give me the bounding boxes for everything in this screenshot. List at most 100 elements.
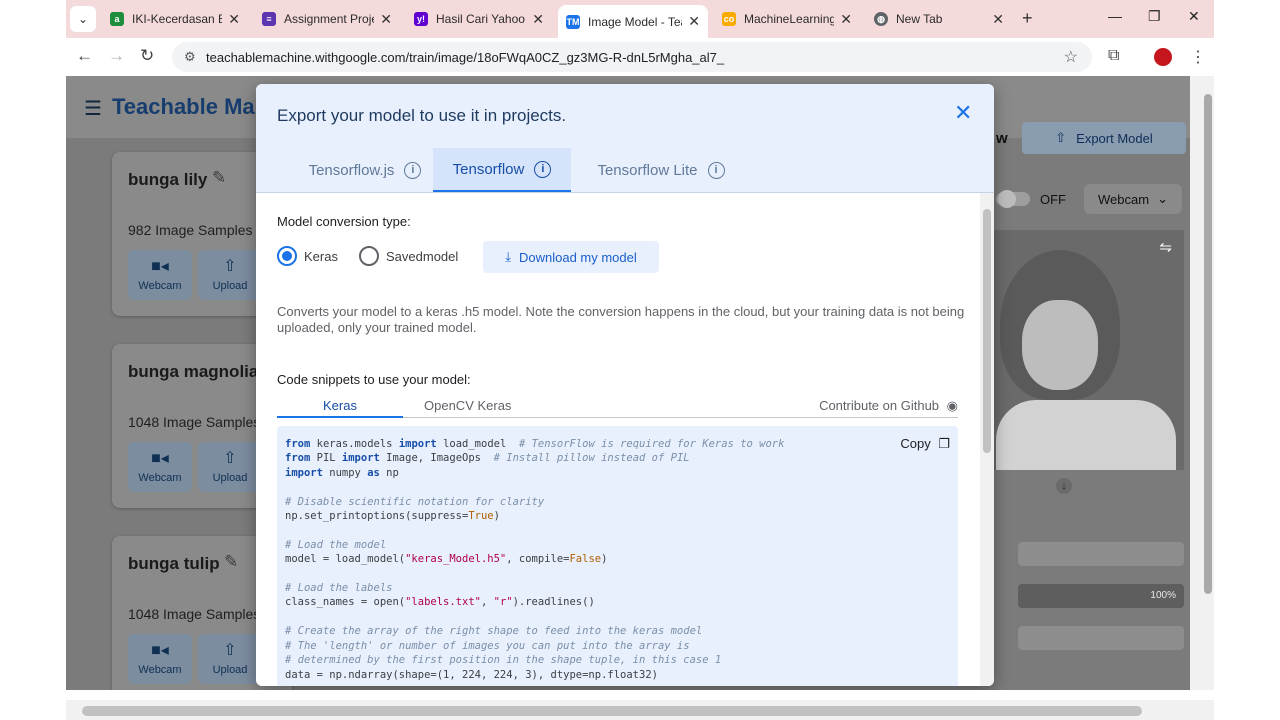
- flip-camera-icon[interactable]: ⇋: [1159, 238, 1172, 256]
- close-icon[interactable]: ✕: [954, 100, 972, 126]
- tab-iki[interactable]: a IKI-Kecerdasan Buatan ✕: [102, 5, 248, 33]
- window-close-icon[interactable]: ✕: [1188, 8, 1200, 25]
- upload-button[interactable]: ⇧ Upload: [198, 442, 262, 492]
- close-icon[interactable]: ✕: [380, 11, 392, 28]
- copy-button[interactable]: Copy ❐: [900, 436, 950, 452]
- info-icon[interactable]: i: [707, 161, 725, 179]
- back-arrow-icon[interactable]: ←: [76, 46, 93, 66]
- horizontal-scrollbar-thumb[interactable]: [82, 706, 1142, 716]
- frame-left: [0, 0, 66, 720]
- webcam-button[interactable]: ■◂ Webcam: [128, 250, 192, 300]
- toggle-label: OFF: [1040, 192, 1066, 207]
- source-select-value: Webcam: [1098, 191, 1150, 207]
- tab-yahoo[interactable]: y! Hasil Cari Yahoo untuk ✕: [406, 5, 552, 33]
- url-text[interactable]: teachablemachine.withgoogle.com/train/im…: [206, 50, 724, 65]
- webcam-label: Webcam: [138, 664, 182, 676]
- close-icon[interactable]: ✕: [228, 11, 240, 28]
- forms-icon: ≡: [262, 12, 276, 26]
- upload-label: Upload: [212, 664, 248, 676]
- close-icon[interactable]: ✕: [532, 11, 544, 28]
- class-name[interactable]: bunga tulip: [128, 554, 220, 574]
- upload-icon: ⇧: [223, 258, 237, 275]
- export-model-button[interactable]: ⇧ Export Model: [1022, 122, 1186, 154]
- pencil-icon[interactable]: ✎: [212, 168, 226, 188]
- tab-title: IKI-Kecerdasan Buatan: [132, 12, 223, 26]
- confidence-bar: [1018, 542, 1184, 566]
- input-toggle[interactable]: [996, 190, 1030, 208]
- github-icon: ◉: [946, 398, 958, 413]
- radio-keras[interactable]: [277, 246, 297, 266]
- github-link[interactable]: Contribute on Github ◉: [819, 398, 958, 414]
- yahoo-icon: y!: [414, 12, 428, 26]
- source-select[interactable]: Webcam ⌄: [1084, 184, 1182, 214]
- info-icon[interactable]: i: [534, 160, 552, 178]
- address-bar[interactable]: ⚙ teachablemachine.withgoogle.com/train/…: [172, 42, 1092, 72]
- pencil-icon[interactable]: ✎: [224, 552, 238, 572]
- upload-label: Upload: [212, 280, 248, 292]
- browser-window: ⌄ a IKI-Kecerdasan Buatan ✕ ≡ Assignment…: [66, 0, 1214, 720]
- dialog-scrollbar-thumb[interactable]: [983, 209, 991, 453]
- page-scrollbar[interactable]: [1190, 76, 1214, 690]
- hamburger-menu-icon[interactable]: ☰: [84, 96, 102, 121]
- close-icon[interactable]: ✕: [688, 13, 700, 30]
- code-tab-opencv-keras[interactable]: OpenCV Keras: [424, 398, 511, 413]
- radio-keras-label[interactable]: Keras: [304, 249, 338, 264]
- video-camera-icon: ■◂: [151, 642, 169, 659]
- restore-icon[interactable]: ❐: [1148, 8, 1161, 25]
- radio-savedmodel-label[interactable]: Savedmodel: [386, 249, 458, 264]
- upload-icon: ⇧: [223, 642, 237, 659]
- app-brand[interactable]: Teachable Ma: [112, 94, 255, 120]
- globe-icon: ◍: [874, 12, 888, 26]
- close-icon[interactable]: ✕: [840, 11, 852, 28]
- tab-new-tab[interactable]: ◍ New Tab ✕: [866, 5, 1012, 33]
- browser-toolbar: ← → ↻ ⚙ teachablemachine.withgoogle.com/…: [66, 38, 1214, 76]
- download-model-button[interactable]: ⤓ Download my model: [483, 241, 659, 273]
- frame-right: [1214, 0, 1280, 720]
- forward-arrow-icon[interactable]: →: [108, 46, 125, 66]
- close-icon[interactable]: ✕: [992, 11, 1004, 28]
- tab-image-model[interactable]: TM Image Model - Teachable Machine ✕: [558, 5, 708, 38]
- profile-avatar[interactable]: [1154, 48, 1172, 66]
- tab-tensorflow-lite[interactable]: Tensorflow Lite i: [582, 148, 740, 192]
- tab-title: Assignment Project: [284, 12, 374, 26]
- video-camera-icon: ■◂: [151, 450, 169, 467]
- radio-savedmodel[interactable]: [359, 246, 379, 266]
- bookmark-star-icon[interactable]: ☆: [1064, 47, 1078, 67]
- tab-ml-basic[interactable]: co MachineLearningBasic ✕: [714, 5, 860, 33]
- info-icon[interactable]: i: [404, 161, 422, 179]
- snippets-label: Code snippets to use your model:: [277, 372, 471, 387]
- export-dialog-header: Export your model to use it in projects.…: [256, 84, 994, 193]
- webcam-label: Webcam: [138, 280, 182, 292]
- more-menu-icon[interactable]: ⋮: [1190, 47, 1206, 67]
- tab-tensorflow-js[interactable]: Tensorflow.js i: [280, 148, 450, 192]
- code-block[interactable]: from keras.models import load_model # Te…: [285, 437, 784, 682]
- conversion-description: Converts your model to a keras .h5 model…: [277, 304, 965, 335]
- arrow-down-icon: ↓: [1056, 478, 1072, 494]
- site-info-icon[interactable]: ⚙: [184, 49, 196, 65]
- download-label: Download my model: [518, 249, 637, 265]
- page-scrollbar-thumb[interactable]: [1204, 94, 1212, 594]
- class-name[interactable]: bunga magnolia: [128, 362, 258, 382]
- tab-label: Tensorflow.js: [308, 161, 395, 179]
- horizontal-scrollbar[interactable]: [66, 700, 1214, 720]
- tab-tensorflow[interactable]: Tensorflow i: [433, 148, 571, 192]
- confidence-value: 100%: [1150, 590, 1176, 601]
- tab-assignment[interactable]: ≡ Assignment Project ✕: [254, 5, 400, 33]
- sample-count: 982 Image Samples: [128, 222, 253, 238]
- tab-title: Hasil Cari Yahoo untuk: [436, 12, 526, 26]
- tab-title: Image Model - Teachable Machine: [588, 14, 682, 29]
- extensions-puzzle-icon[interactable]: ⧉: [1108, 47, 1119, 65]
- page-viewport: ☰ Teachable Ma bunga lily ✎ 982 Image Sa…: [66, 76, 1190, 690]
- code-tab-keras[interactable]: Keras: [323, 398, 357, 413]
- new-tab-plus-icon[interactable]: +: [1022, 8, 1033, 29]
- tab-search-button[interactable]: ⌄: [70, 6, 96, 32]
- dialog-scrollbar[interactable]: [980, 193, 994, 686]
- webcam-button[interactable]: ■◂ Webcam: [128, 634, 192, 684]
- class-name[interactable]: bunga lily: [128, 170, 207, 190]
- minimize-icon[interactable]: —: [1108, 8, 1122, 24]
- reload-icon[interactable]: ↻: [140, 46, 154, 66]
- webcam-button[interactable]: ■◂ Webcam: [128, 442, 192, 492]
- code-tabs: Keras OpenCV Keras Contribute on Github …: [277, 390, 958, 418]
- upload-button[interactable]: ⇧ Upload: [198, 250, 262, 300]
- upload-button[interactable]: ⇧ Upload: [198, 634, 262, 684]
